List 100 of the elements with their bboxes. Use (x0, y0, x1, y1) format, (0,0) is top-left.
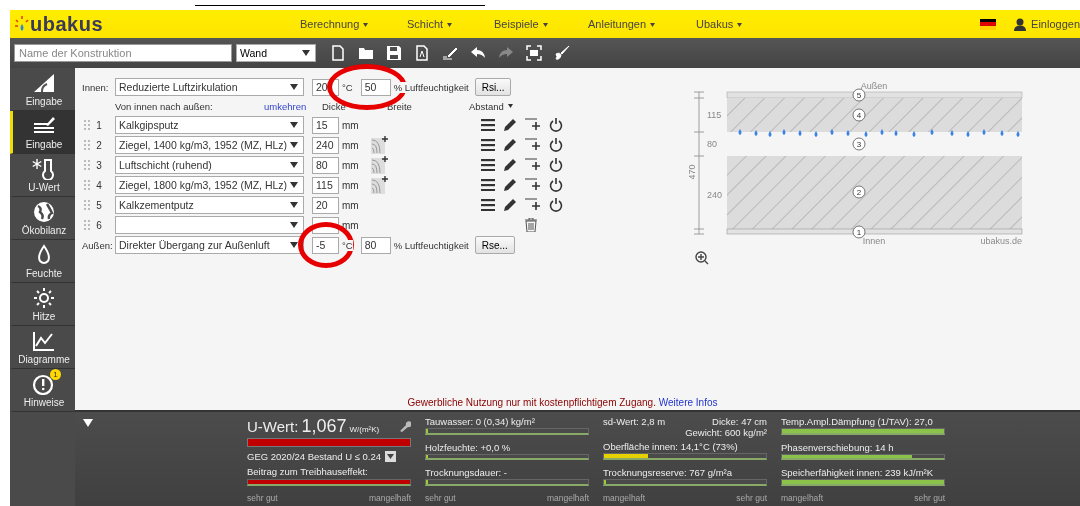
dimension-label: 80 (707, 139, 717, 149)
drag-handle-icon[interactable] (84, 120, 90, 130)
menu-item[interactable]: Berechnung (300, 18, 360, 30)
pencil-icon[interactable] (503, 198, 517, 212)
layer-marker: 5 (852, 88, 866, 102)
dropdown-icon[interactable] (385, 450, 397, 462)
sidebar-item[interactable]: Eingabe (10, 111, 75, 154)
unit-label: mm (342, 199, 360, 211)
unit-label: mm (342, 159, 360, 171)
layer-number: 5 (95, 199, 103, 211)
pencil-icon[interactable] (503, 158, 517, 172)
power-icon[interactable] (549, 118, 563, 132)
temperature-field[interactable]: -5 (312, 236, 339, 254)
insert-layer-icon[interactable] (525, 178, 541, 192)
insert-layer-icon[interactable] (525, 198, 541, 212)
material-select[interactable]: Ziegel, 1800 kg/m3, 1952 (MZ, HLz) (115, 176, 304, 194)
caret-icon (447, 23, 453, 28)
layer-number: 4 (95, 179, 103, 191)
layer-marker: 4 (852, 108, 866, 122)
logo-text[interactable]: ubakus (30, 12, 104, 36)
pencil-icon[interactable] (503, 138, 517, 152)
layer-marker: 3 (852, 137, 866, 151)
power-icon[interactable] (549, 158, 563, 172)
insert-layer-icon[interactable] (525, 118, 541, 132)
user-icon[interactable] (1014, 17, 1027, 31)
humidity-field[interactable]: 80 (360, 236, 391, 254)
texture-add-icon[interactable] (371, 156, 389, 174)
drag-handle-icon[interactable] (84, 180, 90, 190)
drag-handle-icon[interactable] (84, 140, 90, 150)
flag-icon[interactable] (980, 18, 997, 30)
scale-label: mangelhaft (368, 493, 411, 503)
resistance-button[interactable]: Rsi... (474, 78, 512, 96)
u-value-label: U-Wert: (247, 418, 299, 435)
menu-icon[interactable] (481, 119, 495, 131)
metric-label: Temp.Ampl.Dämpfung (1/TAV): 27,0 (781, 416, 934, 427)
material-select[interactable]: Kalkgipsputz (115, 116, 304, 134)
caret-icon (290, 162, 298, 168)
sun-icon (32, 286, 56, 309)
menu-item[interactable]: Anleitungen (588, 18, 647, 30)
caret-icon (290, 142, 298, 148)
material-select[interactable]: Luftschicht (ruhend) (115, 156, 304, 174)
sun-icon (15, 15, 29, 33)
power-icon[interactable] (549, 178, 563, 192)
humidity-label: % Luftfeuchtigkeit (393, 239, 469, 251)
save-icon[interactable] (386, 45, 402, 61)
standard-label: GEG 2020/24 Bestand U ≤ 0.24 (247, 450, 382, 462)
caret-icon (363, 23, 369, 28)
zoom-in-icon[interactable] (695, 251, 709, 265)
drag-handle-icon[interactable] (84, 200, 90, 210)
metric-label: Dicke: 47 cm (712, 416, 767, 427)
power-icon[interactable] (549, 198, 563, 212)
insert-layer-icon[interactable] (525, 138, 541, 152)
name-field[interactable]: Name der Konstruktion (14, 44, 232, 62)
texture-add-icon[interactable] (371, 176, 389, 194)
pencil-icon[interactable] (503, 118, 517, 132)
layer-number: 2 (95, 139, 103, 151)
pencil-icon[interactable] (503, 178, 517, 192)
unit-label: mm (342, 119, 360, 131)
menu-icon[interactable] (481, 199, 495, 211)
caret-icon (290, 242, 298, 248)
layer-number: 6 (95, 219, 103, 231)
menu-item[interactable]: Schicht (407, 18, 444, 30)
menu-icon[interactable] (481, 179, 495, 191)
resistance-button[interactable]: Rse... (474, 236, 515, 254)
drag-handle-icon[interactable] (84, 220, 90, 230)
material-select[interactable]: Kalkzementputz (115, 196, 304, 214)
menu-icon[interactable] (481, 139, 495, 151)
reverse-link[interactable]: umkehren (264, 100, 316, 112)
scale-label: mangelhaft (603, 493, 646, 503)
menu-icon[interactable] (481, 159, 495, 171)
menu-item[interactable]: Ubakus (696, 18, 734, 30)
inside-label: Innen (862, 236, 886, 246)
power-icon[interactable] (549, 138, 563, 152)
thickness-field[interactable]: 80 (312, 156, 339, 174)
thickness-field[interactable]: 20 (312, 196, 339, 214)
new-file-icon[interactable] (330, 45, 346, 61)
drag-handle-icon[interactable] (84, 160, 90, 170)
info-link[interactable]: Weitere Infos (658, 397, 718, 408)
humidity-field[interactable]: 50 (360, 78, 391, 96)
insert-layer-icon[interactable] (525, 158, 541, 172)
climate-label: Innen: (82, 81, 110, 93)
thermometer-icon (32, 157, 56, 180)
spacing-dropdown[interactable]: Abstand (469, 100, 504, 112)
wrench-icon[interactable] (399, 420, 411, 432)
signature-icon[interactable] (442, 45, 458, 61)
texture-add-icon[interactable] (371, 136, 389, 154)
login-link[interactable]: Einloggen (1031, 18, 1080, 30)
material-select[interactable]: Ziegel, 1400 kg/m3, 1952 (MZ, HLz) (115, 136, 304, 154)
trash-icon[interactable] (525, 218, 537, 232)
thickness-field[interactable]: 115 (312, 176, 339, 194)
pdf-icon[interactable] (414, 45, 430, 61)
fit-screen-icon[interactable] (526, 45, 542, 61)
brush-icon[interactable] (554, 45, 570, 61)
thickness-field[interactable]: 15 (312, 116, 339, 134)
folder-icon[interactable] (358, 45, 374, 61)
collapse-icon[interactable] (83, 419, 93, 427)
menu-item[interactable]: Beispiele (494, 18, 539, 30)
climate-select[interactable]: Reduzierte Luftzirkulation (115, 78, 304, 96)
type-select[interactable]: Wand (236, 44, 316, 62)
thickness-field[interactable]: 240 (312, 136, 339, 154)
